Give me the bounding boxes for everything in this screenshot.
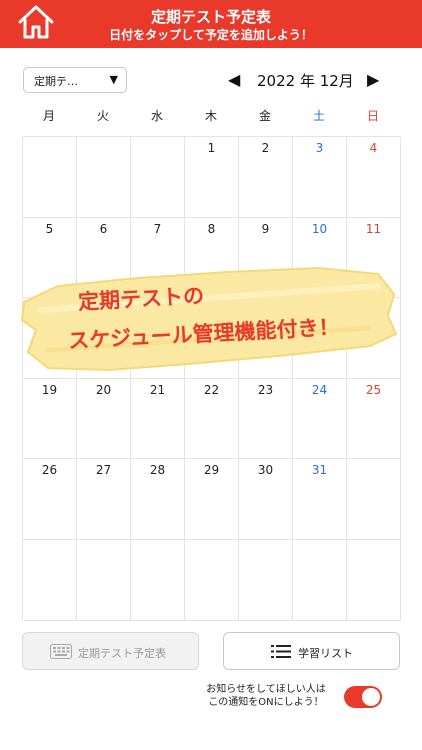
toggle-knob bbox=[362, 688, 380, 706]
month-label: 2022 年 12月 bbox=[257, 72, 354, 90]
calendar-day-cell[interactable] bbox=[77, 137, 131, 218]
calendar-day-cell[interactable]: 26 bbox=[23, 459, 77, 540]
weekday-sat: 土 bbox=[312, 109, 325, 123]
calendar-day-number: 20 bbox=[95, 382, 112, 397]
calendar-day-cell[interactable] bbox=[293, 540, 347, 621]
calendar-day-number: 19 bbox=[41, 382, 58, 397]
study-list-button-label: 学習リスト bbox=[298, 647, 353, 660]
calendar-day-cell[interactable]: 23 bbox=[239, 378, 293, 460]
calendar-day-number: 10 bbox=[311, 221, 328, 236]
calendar-day-cell[interactable] bbox=[131, 137, 185, 218]
calendar-day-cell[interactable]: 29 bbox=[185, 459, 239, 540]
calendar-day-cell[interactable] bbox=[77, 540, 131, 621]
notice-line-2: この通知をONにしよう！ bbox=[208, 697, 324, 708]
calendar-day-cell[interactable]: 30 bbox=[239, 459, 293, 540]
calendar-day-number: 27 bbox=[95, 463, 112, 478]
calendar-day-cell[interactable]: 2 bbox=[239, 137, 293, 218]
weekday-thu: 木 bbox=[204, 109, 217, 123]
calendar-day-number: 3 bbox=[315, 141, 324, 155]
calendar-day-number: 23 bbox=[257, 382, 274, 397]
calendar-day-cell[interactable] bbox=[239, 540, 293, 621]
notification-toggle[interactable] bbox=[344, 686, 382, 708]
keyboard-icon bbox=[50, 644, 72, 659]
calendar-day-number: 2 bbox=[261, 141, 270, 155]
calendar-day-cell[interactable]: 19 bbox=[23, 378, 77, 460]
calendar-day-number: 6 bbox=[99, 221, 108, 236]
calendar-day-cell[interactable] bbox=[347, 540, 401, 621]
calendar-day-cell[interactable] bbox=[23, 540, 77, 621]
calendar-day-number: 21 bbox=[149, 382, 166, 397]
app-header: 定期テスト予定表 日付をタップして予定を追加しよう！ bbox=[0, 0, 422, 48]
chevron-down-icon: ▼ bbox=[109, 73, 118, 86]
calendar-day-cell[interactable]: 27 bbox=[77, 459, 131, 540]
calendar-day-number: 11 bbox=[365, 221, 382, 236]
prev-month-button[interactable]: ◀ bbox=[228, 70, 240, 89]
calendar-day-cell[interactable]: 24 bbox=[293, 378, 347, 460]
notification-notice: お知らせをしてほしい人は この通知をONにしよう！ bbox=[196, 683, 336, 709]
weekday-fri: 金 bbox=[258, 109, 271, 123]
calendar-day-number: 1 bbox=[207, 141, 216, 155]
page-title: 定期テスト予定表 bbox=[150, 8, 271, 26]
calendar-day-cell[interactable]: 20 bbox=[77, 378, 131, 460]
calendar-day-cell[interactable] bbox=[131, 540, 185, 621]
calendar-day-number: 4 bbox=[369, 141, 378, 155]
test-select-value: 定期テ… bbox=[34, 75, 78, 88]
calendar-day-number: 5 bbox=[45, 221, 54, 236]
page-subtitle: 日付をタップして予定を追加しよう！ bbox=[109, 28, 313, 42]
calendar-day-cell[interactable]: 22 bbox=[185, 378, 239, 460]
calendar-day-cell[interactable]: 28 bbox=[131, 459, 185, 540]
calendar-day-cell[interactable] bbox=[23, 137, 77, 218]
calendar-day-cell[interactable]: 4 bbox=[347, 137, 401, 218]
next-month-button[interactable]: ▶ bbox=[367, 70, 379, 89]
schedule-button[interactable]: 定期テスト予定表 bbox=[22, 632, 199, 670]
calendar-day-number: 9 bbox=[261, 221, 270, 236]
list-icon bbox=[271, 645, 291, 658]
calendar-day-cell[interactable]: 25 bbox=[347, 378, 401, 460]
weekday-mon: 月 bbox=[42, 109, 55, 123]
calendar-day-number: 31 bbox=[311, 463, 328, 478]
calendar-day-number: 28 bbox=[149, 463, 166, 478]
calendar-day-number: 24 bbox=[311, 382, 328, 397]
calendar-day-cell[interactable]: 21 bbox=[131, 378, 185, 460]
calendar-day-number: 22 bbox=[203, 382, 220, 397]
schedule-button-label: 定期テスト予定表 bbox=[78, 647, 166, 660]
test-select[interactable]: 定期テ… ▼ bbox=[23, 67, 127, 93]
calendar-day-cell[interactable] bbox=[185, 540, 239, 621]
calendar-day-number: 25 bbox=[365, 382, 382, 397]
calendar-day-cell[interactable]: 31 bbox=[293, 459, 347, 540]
calendar-day-cell[interactable]: 3 bbox=[293, 137, 347, 218]
calendar-day-cell[interactable] bbox=[347, 459, 401, 540]
calendar-day-number: 8 bbox=[207, 221, 216, 236]
study-list-button[interactable]: 学習リスト bbox=[223, 632, 400, 670]
calendar-day-cell[interactable]: 1 bbox=[185, 137, 239, 218]
calendar-grid: 1234567891011121314151617181920212223242… bbox=[22, 136, 401, 621]
calendar-day-number: 30 bbox=[257, 463, 274, 478]
weekday-sun: 日 bbox=[366, 109, 379, 123]
notice-line-1: お知らせをしてほしい人は bbox=[206, 684, 326, 695]
calendar-day-number: 26 bbox=[41, 463, 58, 478]
weekday-tue: 火 bbox=[96, 109, 109, 123]
calendar-day-number: 29 bbox=[203, 463, 220, 478]
weekday-wed: 水 bbox=[150, 109, 163, 123]
calendar-day-number: 7 bbox=[153, 221, 162, 236]
